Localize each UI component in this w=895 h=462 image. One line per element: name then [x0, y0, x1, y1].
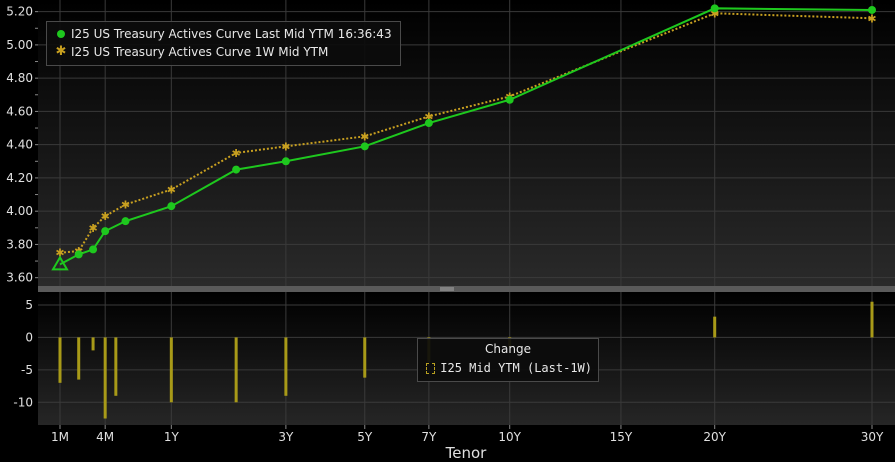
last-point [281, 157, 290, 166]
week-ago-point: ✱ [121, 199, 130, 212]
y-tick-label: 0 [25, 330, 33, 344]
week-ago-point: ✱ [281, 140, 290, 153]
dashed-box-icon [426, 362, 436, 374]
x-tick-label: 5Y [357, 430, 373, 444]
x-tick-label: 30Y [861, 430, 884, 444]
y-tick-label: 4.80 [6, 71, 33, 85]
y-tick-label: 3.80 [6, 237, 33, 251]
week-ago-point: ✱ [167, 184, 176, 197]
y-tick-label: 4.40 [6, 138, 33, 152]
week-ago-point: ✱ [88, 222, 97, 235]
y-tick-label: 4.00 [6, 204, 33, 218]
asterisk-icon: ✱ [55, 44, 67, 59]
y-tick-label: 4.20 [6, 171, 33, 185]
change-bar [234, 337, 238, 403]
change-bar [363, 337, 367, 378]
last-point [710, 4, 719, 13]
y-tick-label: 5.00 [6, 38, 33, 52]
green-dot-icon [55, 28, 67, 40]
legend-entry-week[interactable]: ✱ I25 US Treasury Actives Curve 1W Mid Y… [55, 43, 392, 61]
x-tick-label: 1M [51, 430, 69, 444]
change-bar [91, 337, 95, 351]
change-bar [77, 337, 81, 380]
y-tick-label: 5 [25, 298, 33, 312]
x-tick-label: 10Y [498, 430, 521, 444]
week-ago-point: ✱ [867, 12, 876, 25]
bottom-legend[interactable]: Change I25 Mid YTM (Last-1W) [417, 338, 599, 382]
yield-curve-chart: ✱✱✱✱✱✱✱✱✱✱✱✱✱ 3.603.804.004.204.404.604.… [0, 0, 895, 462]
x-tick-label: 4M [96, 430, 114, 444]
week-ago-point: ✱ [360, 130, 369, 143]
week-ago-point: ✱ [101, 210, 110, 223]
legend-entry-change[interactable]: I25 Mid YTM (Last-1W) [424, 359, 592, 377]
x-tick-label: 15Y [610, 430, 633, 444]
change-bar [870, 301, 874, 338]
last-point [101, 227, 110, 236]
x-tick-label: 3Y [278, 430, 294, 444]
change-bar [284, 337, 288, 396]
y-tick-label: 5.20 [6, 5, 33, 19]
x-tick-label: 20Y [703, 430, 726, 444]
legend-label-change: I25 Mid YTM (Last-1W) [440, 361, 592, 375]
change-bar [103, 337, 107, 419]
last-point [89, 245, 98, 254]
change-bar [169, 337, 173, 403]
change-bar [713, 316, 717, 338]
x-tick-label: 7Y [421, 430, 437, 444]
change-bar [114, 337, 118, 396]
last-point [360, 142, 369, 151]
x-tick-label: 1Y [164, 430, 180, 444]
last-point [232, 165, 241, 174]
legend-entry-last[interactable]: I25 US Treasury Actives Curve Last Mid Y… [55, 25, 392, 43]
change-bar [58, 337, 62, 383]
last-point [74, 250, 83, 259]
last-point [868, 5, 876, 14]
y-tick-label: -10 [13, 395, 33, 409]
legend-label-last: I25 US Treasury Actives Curve Last Mid Y… [71, 27, 392, 41]
last-point [121, 217, 130, 226]
last-point [505, 95, 514, 104]
last-point [424, 119, 433, 128]
week-ago-point: ✱ [232, 147, 241, 160]
panel-splitter[interactable] [38, 286, 895, 292]
y-tick-label: -5 [21, 363, 33, 377]
last-point [167, 202, 176, 211]
top-legend[interactable]: I25 US Treasury Actives Curve Last Mid Y… [46, 21, 401, 66]
legend-label-week: I25 US Treasury Actives Curve 1W Mid YTM [71, 45, 329, 59]
legend-title: Change [485, 342, 531, 356]
y-tick-label: 4.60 [6, 104, 33, 118]
y-tick-label: 3.60 [6, 271, 33, 285]
x-axis-label: Tenor [445, 444, 488, 462]
